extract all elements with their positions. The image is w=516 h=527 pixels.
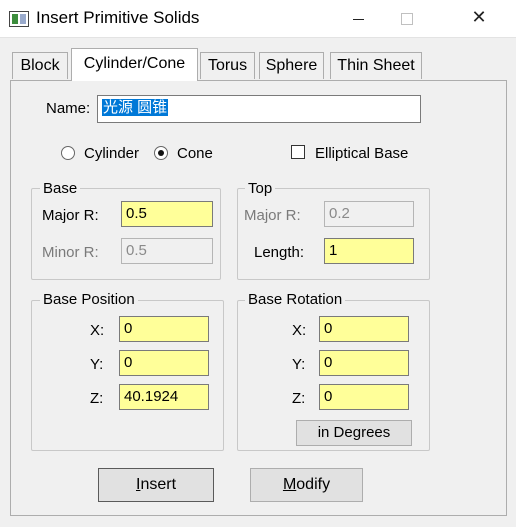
modify-button[interactable]: Modify	[250, 468, 363, 502]
base-position-z-input[interactable]: 40.1924	[119, 384, 209, 410]
minimize-icon	[353, 19, 364, 20]
name-label: Name:	[46, 100, 91, 117]
radio-selected-dot	[158, 150, 164, 156]
title-bar: Insert Primitive Solids ✕	[0, 0, 516, 38]
tab-thin-sheet[interactable]: Thin Sheet	[330, 52, 422, 79]
name-value: 光源 圆锥	[102, 99, 169, 116]
minimize-button[interactable]	[336, 0, 382, 38]
base-rotation-x-input[interactable]: 0	[319, 316, 409, 342]
base-rotation-z-input[interactable]: 0	[319, 384, 409, 410]
maximize-button[interactable]	[384, 0, 430, 38]
maximize-icon	[401, 13, 413, 25]
top-group-title: Top	[245, 180, 276, 197]
base-rotation-z-label: Z:	[292, 390, 306, 407]
base-group-title: Base	[40, 180, 81, 197]
name-input[interactable]: 光源 圆锥	[97, 95, 421, 123]
top-length-label: Length:	[254, 244, 305, 261]
window-title: Insert Primitive Solids	[36, 8, 200, 27]
base-position-y-input[interactable]: 0	[119, 350, 209, 376]
top-major-label: Major R:	[244, 207, 301, 224]
top-major-input[interactable]: 0.2	[324, 201, 414, 227]
in-degrees-button[interactable]: in Degrees	[296, 420, 412, 446]
elliptical-base-checkbox[interactable]	[291, 145, 305, 159]
tab-sphere[interactable]: Sphere	[259, 52, 324, 79]
tab-cylinder-cone[interactable]: Cylinder/Cone	[71, 48, 198, 81]
base-rotation-y-input[interactable]: 0	[319, 350, 409, 376]
app-icon	[9, 11, 29, 27]
cone-label: Cone	[177, 145, 213, 162]
insert-button[interactable]: Insert	[98, 468, 214, 502]
base-rotation-x-label: X:	[292, 322, 307, 339]
base-rotation-y-label: Y:	[292, 356, 306, 373]
base-major-label: Major R:	[42, 207, 99, 224]
base-position-x-label: X:	[90, 322, 105, 339]
cone-radio[interactable]	[154, 146, 168, 160]
base-major-input[interactable]: 0.5	[121, 201, 213, 227]
base-position-x-input[interactable]: 0	[119, 316, 209, 342]
base-rotation-title: Base Rotation	[245, 291, 346, 308]
cylinder-label: Cylinder	[84, 145, 140, 162]
elliptical-base-label: Elliptical Base	[315, 145, 409, 162]
base-position-y-label: Y:	[90, 356, 104, 373]
tab-block[interactable]: Block	[12, 52, 68, 79]
close-button[interactable]: ✕	[456, 0, 502, 38]
close-icon: ✕	[471, 7, 487, 28]
base-position-z-label: Z:	[90, 390, 104, 407]
cylinder-radio[interactable]	[61, 146, 75, 160]
base-minor-label: Minor R:	[42, 244, 99, 261]
tab-torus[interactable]: Torus	[200, 52, 255, 79]
base-position-title: Base Position	[40, 291, 138, 308]
top-length-input[interactable]: 1	[324, 238, 414, 264]
base-minor-input[interactable]: 0.5	[121, 238, 213, 264]
